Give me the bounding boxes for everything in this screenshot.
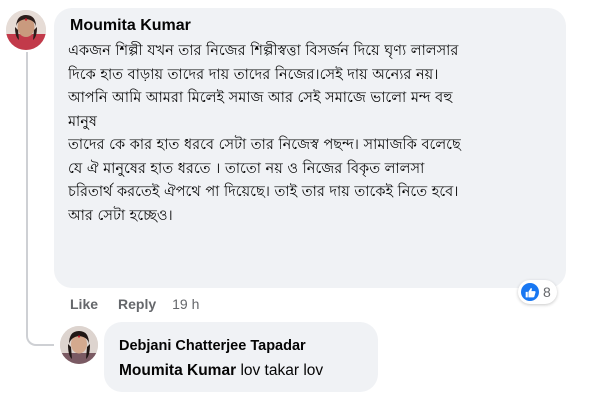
comment-thread: Moumita Kumar একজন শিল্পী যখন তার নিজের … (0, 0, 600, 400)
mention-link[interactable]: Moumita Kumar (119, 362, 236, 379)
comment-line: একজন শিল্পী যখন তার নিজের শিল্পীস্বত্তা … (68, 43, 459, 59)
reply-author-name[interactable]: Debjani Chatterjee Tapadar (119, 338, 306, 354)
avatar-portrait-icon (6, 10, 46, 50)
comment-line: আপনি আমি আমরা মিলেই সমাজ আর সেই সমাজে ভা… (68, 90, 453, 106)
comment-body: একজন শিল্পী যখন তার নিজের শিল্পীস্বত্তা … (68, 40, 564, 228)
thread-connector-line (26, 52, 54, 346)
like-button[interactable]: Like (70, 296, 98, 312)
reply-text: lov takar lov (240, 362, 324, 379)
comment-author-name[interactable]: Moumita Kumar (70, 17, 191, 35)
comment-line: আর সেটা হচ্ছেও। (68, 207, 173, 224)
reply-bubble (104, 322, 378, 392)
comment-line: মানুষ (68, 113, 97, 130)
reaction-count: 8 (543, 284, 551, 300)
avatar[interactable] (6, 10, 46, 50)
reply-button[interactable]: Reply (118, 296, 156, 312)
thumbs-up-icon (521, 283, 539, 301)
comment-line: যে ঐ মানুষের হাত ধরতে । তাতো নয় ও নিজের… (68, 160, 425, 177)
avatar-portrait-icon (60, 326, 98, 364)
reply-avatar[interactable] (60, 326, 98, 364)
reply-body: Moumita Kumar lov takar lov (119, 362, 323, 380)
comment-actions: Like Reply 19 h (70, 295, 199, 313)
comment-line: তাদের কে কার হাত ধরবে সেটা তার নিজেস্ব প… (68, 137, 461, 153)
comment-line: দিকে হাত বাড়ায় তাদের দায় তাদের নিজের।… (68, 66, 439, 83)
comment-timestamp[interactable]: 19 h (172, 296, 199, 312)
comment-line: চরিতার্থ করতেই ঐপথে পা দিয়েছে। তাই তার … (68, 184, 459, 200)
reaction-summary[interactable]: 8 (518, 280, 557, 304)
